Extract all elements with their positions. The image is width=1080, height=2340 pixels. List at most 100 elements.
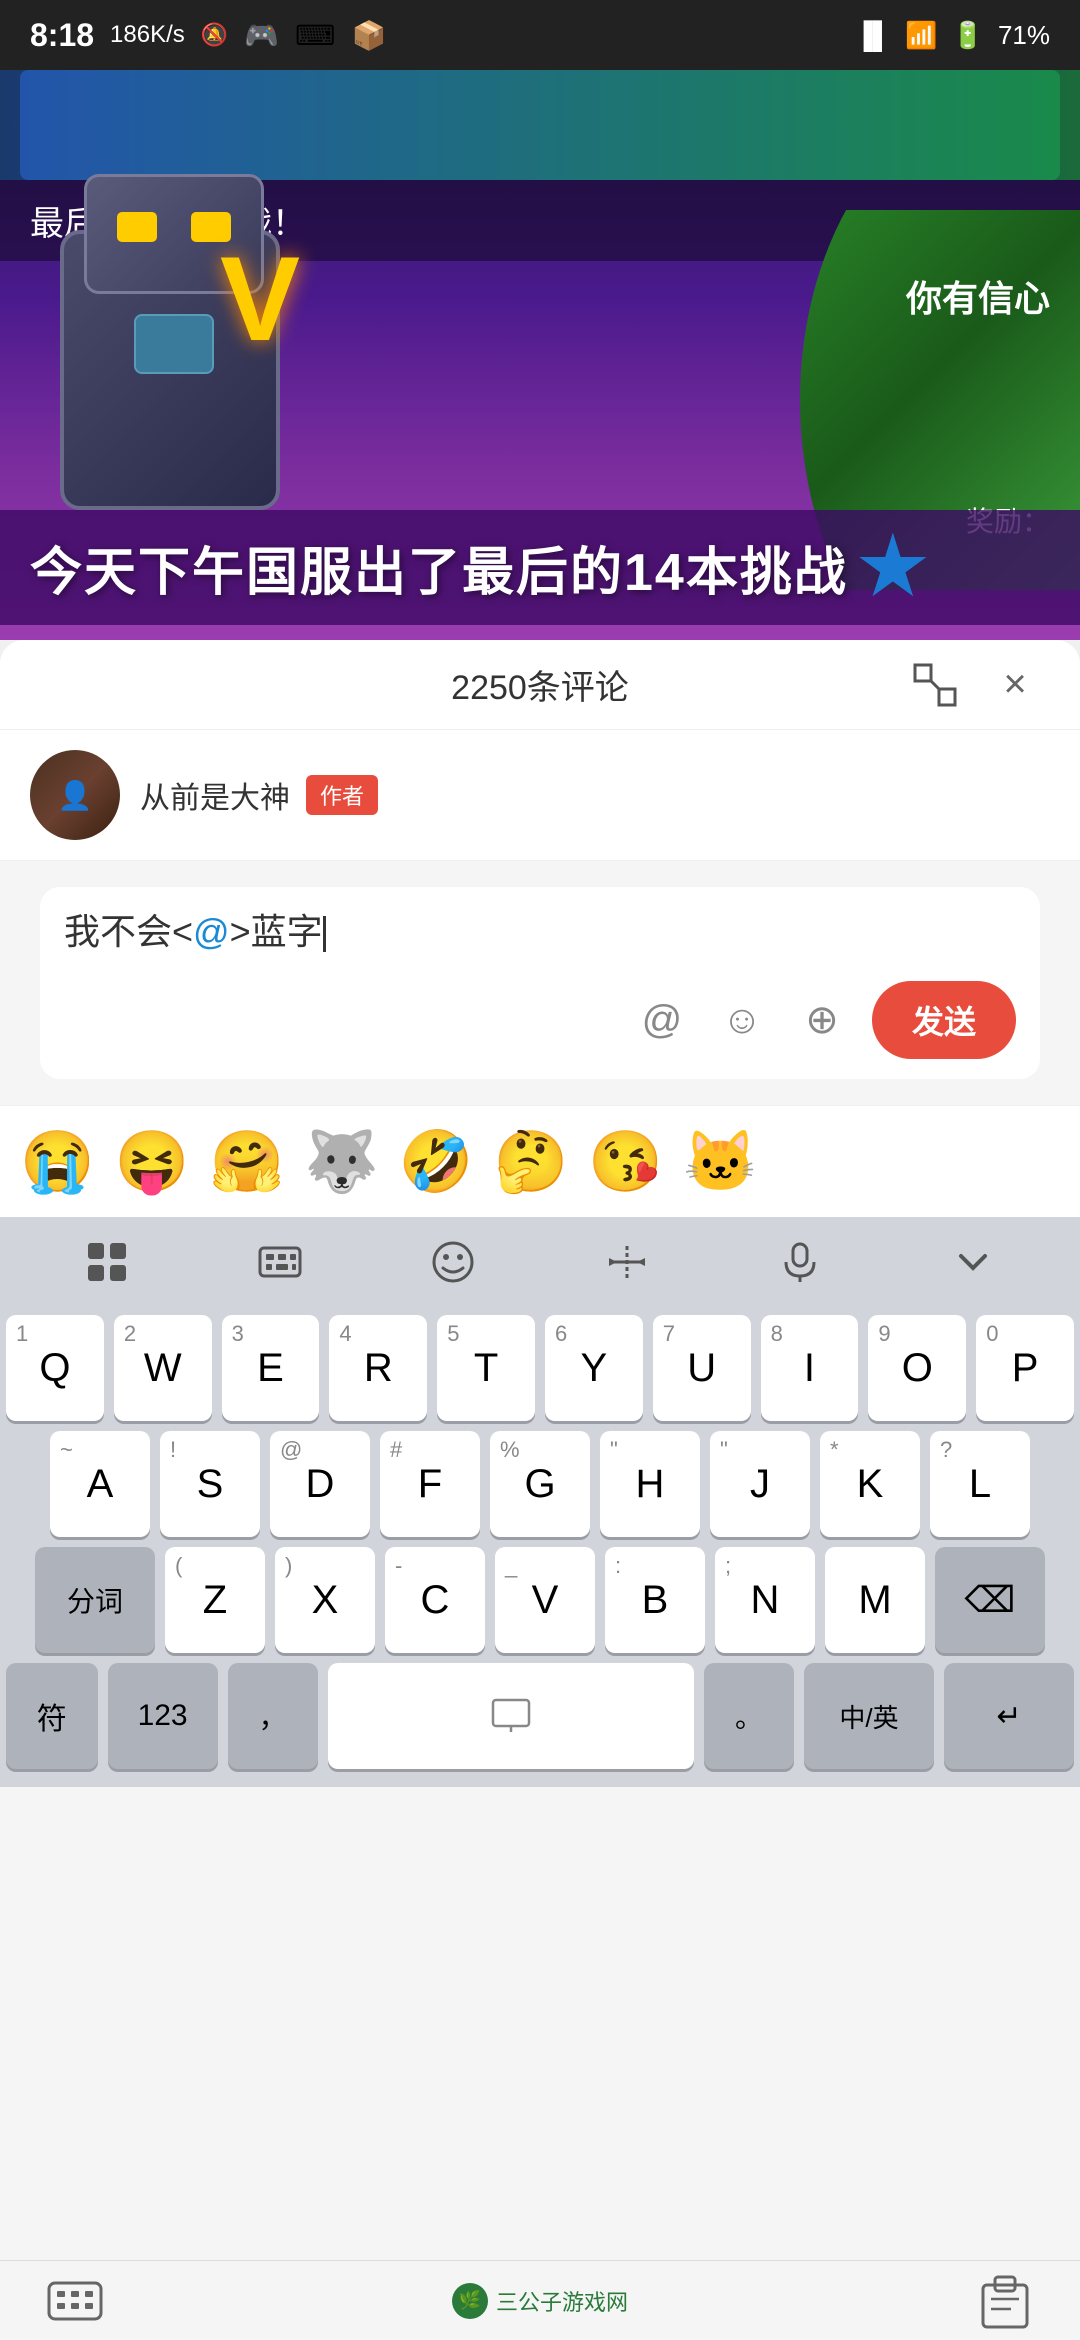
clipboard-bottom-button[interactable] xyxy=(970,2266,1040,2336)
key-E[interactable]: 3E xyxy=(222,1315,320,1421)
status-bar: 8:18 186K/s 🔕 🎮 ⌨ 📦 ▐▌ 📶 🔋 71% xyxy=(0,0,1080,70)
keyboard-row-2: ~A !S @D #F %G "H "J *K ?L xyxy=(6,1431,1074,1537)
key-D[interactable]: @D xyxy=(270,1431,370,1537)
banner-subtitle: 今天下午国服出了最后的14本挑战 xyxy=(0,510,1080,625)
star-badge xyxy=(858,533,928,603)
emoji-row: 😭 😝 🤗 🐺 🤣 🤔 😘 🐱 xyxy=(0,1105,1080,1217)
key-V[interactable]: _V xyxy=(495,1547,595,1653)
watermark: 🌿 三公子游戏网 xyxy=(452,2283,628,2319)
key-period[interactable]: 。 xyxy=(704,1663,794,1769)
key-G[interactable]: %G xyxy=(490,1431,590,1537)
signal-icon: ▐▌ xyxy=(854,20,891,51)
send-button[interactable]: 发送 xyxy=(872,981,1016,1059)
key-return[interactable]: ↵ xyxy=(944,1663,1074,1769)
watermark-icon: 🌿 xyxy=(452,2283,488,2319)
key-Z[interactable]: (Z xyxy=(165,1547,265,1653)
keyboard-toolbar xyxy=(0,1217,1080,1307)
cursor-tool-button[interactable] xyxy=(587,1222,667,1302)
input-area[interactable]: 我不会<@>蓝字 @ ☺ ⊕ 发送 xyxy=(40,887,1040,1079)
key-C[interactable]: -C xyxy=(385,1547,485,1653)
status-right: ▐▌ 📶 🔋 71% xyxy=(854,20,1050,51)
key-O[interactable]: 9O xyxy=(868,1315,966,1421)
comments-expand-button[interactable] xyxy=(910,660,960,710)
emoji-think[interactable]: 🤔 xyxy=(494,1126,569,1197)
add-button[interactable]: ⊕ xyxy=(792,990,852,1050)
key-I[interactable]: 8I xyxy=(761,1315,859,1421)
input-prefix: 我不会< xyxy=(64,911,193,952)
key-X[interactable]: )X xyxy=(275,1547,375,1653)
comments-close-button[interactable]: × xyxy=(990,660,1040,710)
key-H[interactable]: "H xyxy=(600,1431,700,1537)
bottom-bar: 🌿 三公子游戏网 xyxy=(0,2260,1080,2340)
key-T[interactable]: 5T xyxy=(437,1315,535,1421)
key-K[interactable]: *K xyxy=(820,1431,920,1537)
mic-tool-button[interactable] xyxy=(760,1222,840,1302)
text-cursor xyxy=(323,916,326,952)
robot-chest xyxy=(134,314,214,374)
key-123[interactable]: 123 xyxy=(108,1663,218,1769)
key-J[interactable]: "J xyxy=(710,1431,810,1537)
key-S[interactable]: !S xyxy=(160,1431,260,1537)
keyboard-bottom-button[interactable] xyxy=(40,2266,110,2336)
grid-tool-button[interactable] xyxy=(67,1222,147,1302)
comments-count: 2250条评论 xyxy=(451,660,629,709)
banner-right-text: 你有信心 xyxy=(906,270,1050,322)
emoji-hug[interactable]: 🤗 xyxy=(209,1126,284,1197)
status-time: 8:18 xyxy=(30,17,94,54)
key-A[interactable]: ~A xyxy=(50,1431,150,1537)
key-fenci[interactable]: 分词 xyxy=(35,1547,155,1653)
key-N[interactable]: ;N xyxy=(715,1547,815,1653)
key-W[interactable]: 2W xyxy=(114,1315,212,1421)
input-container: 我不会<@>蓝字 @ ☺ ⊕ 发送 xyxy=(0,861,1080,1105)
input-actions: @ ☺ ⊕ 发送 xyxy=(64,981,1016,1059)
battery-percent: 71% xyxy=(998,20,1050,51)
key-B[interactable]: :B xyxy=(605,1547,705,1653)
network-speed: 186K/s xyxy=(110,21,185,49)
key-comma[interactable]: ， xyxy=(228,1663,318,1769)
app-icon-1: 🎮 xyxy=(244,19,279,52)
emoji-cat[interactable]: 🐱 xyxy=(683,1126,758,1197)
banner-subtitle-text: 今天下午国服出了最后的14本挑战 xyxy=(30,530,848,605)
key-L[interactable]: ?L xyxy=(930,1431,1030,1537)
emoji-laugh[interactable]: 🤣 xyxy=(399,1126,474,1197)
key-U[interactable]: 7U xyxy=(653,1315,751,1421)
input-suffix: >蓝字 xyxy=(230,911,323,952)
key-Y[interactable]: 6Y xyxy=(545,1315,643,1421)
game-banner: 最后的14本挑战！ V 你有信心 奖励： 今天下午国服出了最后的14本挑战 xyxy=(0,70,1080,640)
banner-top-bar xyxy=(0,70,1080,180)
collapse-tool-button[interactable] xyxy=(933,1222,1013,1302)
key-P[interactable]: 0P xyxy=(976,1315,1074,1421)
emoji-wolf[interactable]: 🐺 xyxy=(304,1126,379,1197)
key-R[interactable]: 4R xyxy=(329,1315,427,1421)
comment-user-row: 👤 从前是大神 作者 xyxy=(0,730,1080,861)
emoji-tongue[interactable]: 😝 xyxy=(115,1126,190,1197)
key-space[interactable] xyxy=(328,1663,694,1769)
wifi-icon: 📶 xyxy=(905,20,937,51)
app-icon-2: ⌨ xyxy=(295,19,335,52)
banner-top-content xyxy=(20,70,1060,180)
key-Q[interactable]: 1Q xyxy=(6,1315,104,1421)
app-icon-3: 📦 xyxy=(351,19,386,52)
at-button[interactable]: @ xyxy=(632,990,692,1050)
keyboard-tool-button[interactable] xyxy=(240,1222,320,1302)
emoji-crying[interactable]: 😭 xyxy=(20,1126,95,1197)
user-avatar: 👤 xyxy=(30,750,120,840)
input-text[interactable]: 我不会<@>蓝字 xyxy=(64,907,1016,967)
keyboard-row-1: 1Q 2W 3E 4R 5T 6Y 7U 8I 9O 0P xyxy=(6,1315,1074,1421)
emoji-button[interactable]: ☺ xyxy=(712,990,772,1050)
author-badge: 作者 xyxy=(306,775,378,815)
key-fu[interactable]: 符 xyxy=(6,1663,98,1769)
user-name: 从前是大神 xyxy=(140,773,290,817)
mention-tag: @ xyxy=(193,911,230,952)
keyboard-row-4: 符 123 ， 。 中/英 ↵ xyxy=(6,1663,1074,1769)
emoji-tool-button[interactable] xyxy=(413,1222,493,1302)
emoji-kiss[interactable]: 😘 xyxy=(588,1126,663,1197)
key-lang[interactable]: 中/英 xyxy=(804,1663,934,1769)
keyboard: 1Q 2W 3E 4R 5T 6Y 7U 8I 9O 0P ~A !S @D #… xyxy=(0,1307,1080,1787)
key-F[interactable]: #F xyxy=(380,1431,480,1537)
mute-icon: 🔕 xyxy=(201,22,228,48)
v-letter: V xyxy=(220,230,300,368)
key-M[interactable]: M xyxy=(825,1547,925,1653)
key-delete[interactable]: ⌫ xyxy=(935,1547,1045,1653)
watermark-text: 三公子游戏网 xyxy=(496,2285,628,2317)
